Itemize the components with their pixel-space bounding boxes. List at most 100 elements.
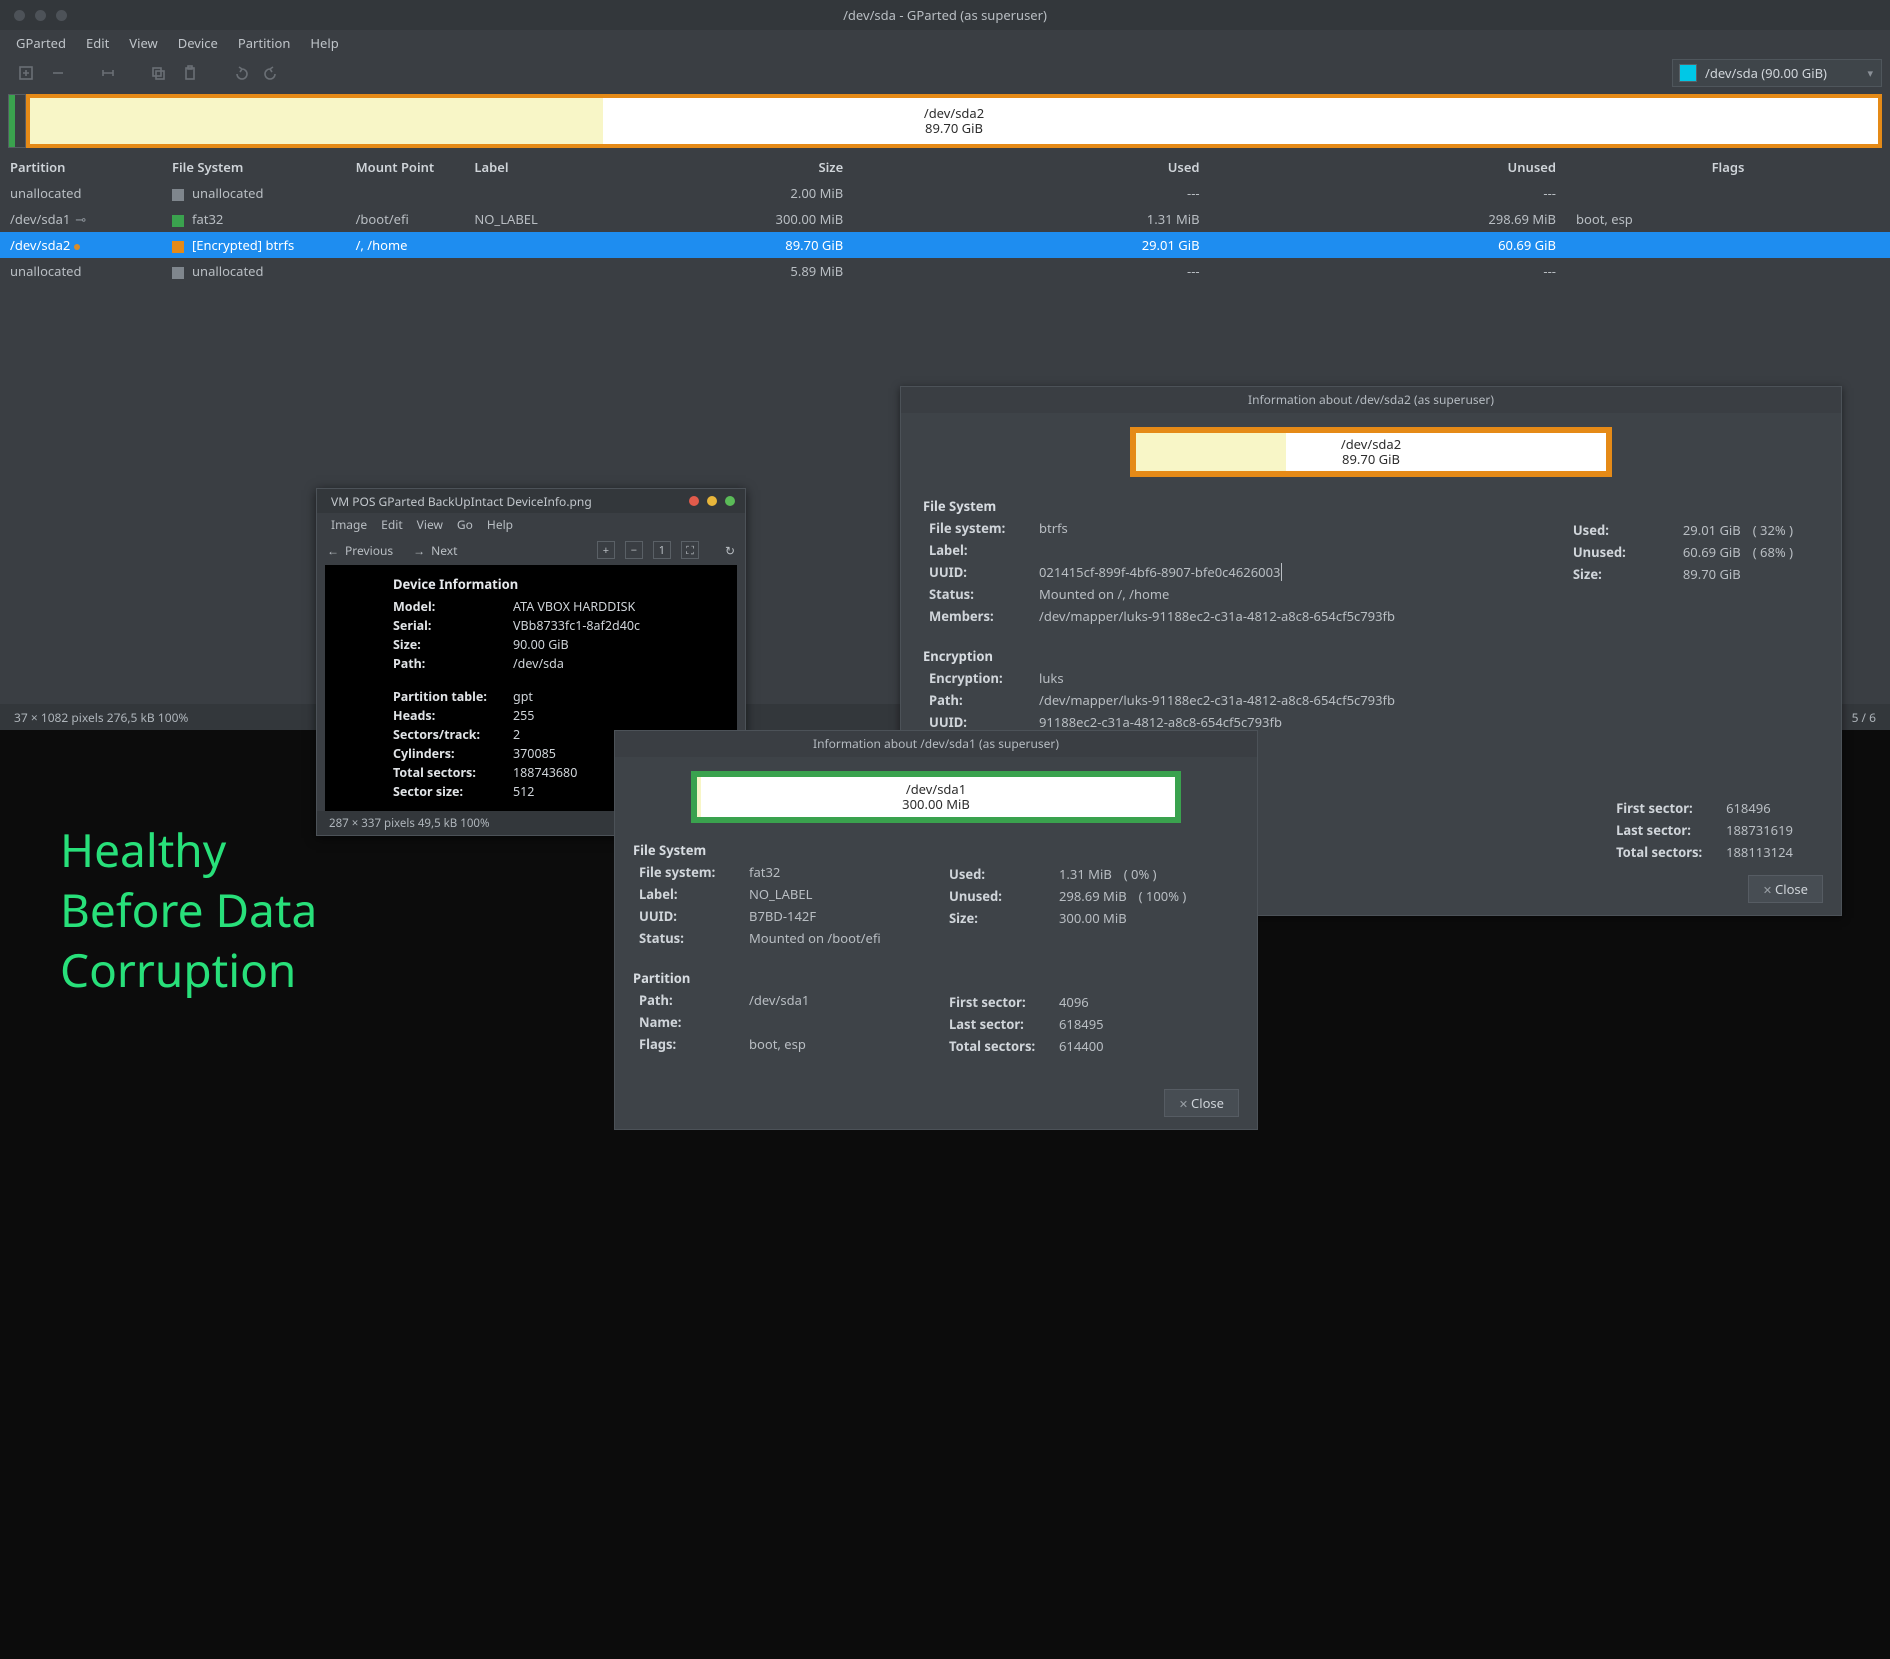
viewer-menu-edit[interactable]: Edit (375, 515, 408, 534)
window-title: /dev/sda - GParted (as superuser) (843, 6, 1047, 24)
table-row[interactable]: unallocatedunallocated5.89 MiB------ (0, 258, 1890, 284)
menubar: GParted Edit View Device Partition Help (0, 30, 1890, 56)
paste-icon[interactable] (174, 60, 206, 86)
partmap-sda1-strip[interactable] (8, 94, 26, 148)
kv-row: Size:300.00 MiB (949, 907, 1186, 929)
partition-table: Partition File System Mount Point Label … (0, 154, 1890, 284)
col-used[interactable]: Used (853, 154, 1209, 180)
kv-row: Path:/dev/mapper/luks-91188ec2-c31a-4812… (929, 689, 1813, 711)
kv-row: Size:89.70 GiB (1573, 563, 1793, 585)
zoom-actual-icon[interactable]: 1 (653, 541, 671, 559)
window-titlebar: /dev/sda - GParted (as superuser) (0, 0, 1890, 30)
kv-row: Unused:60.69 GiB( 68% ) (1573, 541, 1793, 563)
col-label[interactable]: Label (464, 154, 626, 180)
kv-row: Members:/dev/mapper/luks-91188ec2-c31a-4… (929, 605, 1813, 627)
viewer-menu-image[interactable]: Image (325, 515, 373, 534)
fs-color-icon (172, 267, 184, 279)
kv-row: First sector:4096 (949, 991, 1104, 1013)
kv-row: Unused:298.69 MiB( 100% ) (949, 885, 1186, 907)
kv-row: Partition table:gpt (393, 687, 669, 706)
kv-row: Path:/dev/sda1 (639, 989, 1233, 1011)
prev-arrow-icon[interactable]: ← (327, 542, 339, 559)
kv-row: Serial:VBb8733fc1-8af2d40c (393, 616, 669, 635)
window-close-icon[interactable] (14, 10, 25, 21)
col-mount[interactable]: Mount Point (346, 154, 465, 180)
sda1-part-heading: Partition (633, 969, 1233, 987)
col-size[interactable]: Size (626, 154, 853, 180)
new-partition-icon[interactable] (10, 60, 42, 86)
device-selector-label: /dev/sda (90.00 GiB) (1705, 64, 1827, 82)
close-button[interactable]: Close (1164, 1089, 1239, 1117)
info-sda1-title: Information about /dev/sda1 (as superuse… (615, 731, 1257, 757)
delete-icon[interactable] (42, 60, 74, 86)
toolbar: /dev/sda (90.00 GiB) (0, 56, 1890, 90)
prev-button[interactable]: Previous (345, 542, 393, 559)
col-filesystem[interactable]: File System (162, 154, 346, 180)
kv-row: Used:29.01 GiB( 32% ) (1573, 519, 1793, 541)
device-selector[interactable]: /dev/sda (90.00 GiB) (1672, 59, 1882, 87)
bullet-icon (74, 244, 80, 250)
outer-status-right: 5 / 6 (1852, 709, 1876, 726)
kv-row: Status:Mounted on /, /home (929, 583, 1813, 605)
viewer-title: VM POS GParted BackUpIntact DeviceInfo.p… (331, 493, 592, 510)
partmap-sda2[interactable]: /dev/sda2 89.70 GiB (26, 94, 1882, 148)
next-arrow-icon[interactable]: → (413, 542, 425, 559)
menu-edit[interactable]: Edit (78, 32, 117, 54)
kv-row: Name: (639, 1011, 1233, 1033)
kv-row: Status:Mounted on /boot/efi (639, 927, 1233, 949)
device-color-icon (1679, 64, 1697, 82)
kv-row: Size:90.00 GiB (393, 635, 669, 654)
kv-row: Heads:255 (393, 706, 669, 725)
undo-icon[interactable] (224, 60, 256, 86)
resize-icon[interactable] (92, 60, 124, 86)
zoom-out-icon[interactable]: − (625, 541, 643, 559)
copy-icon[interactable] (142, 60, 174, 86)
table-row[interactable]: unallocatedunallocated2.00 MiB------ (0, 180, 1890, 206)
kv-row: Total sectors:614400 (949, 1035, 1104, 1057)
kv-row: Encryption:luks (929, 667, 1813, 689)
kv-row: Path:/dev/sda (393, 654, 669, 673)
viewer-menu-help[interactable]: Help (481, 515, 519, 534)
menu-gparted[interactable]: GParted (8, 32, 74, 54)
window-minimize-icon[interactable] (35, 10, 46, 21)
kv-row: Model:ATA VBOX HARDDISK (393, 597, 669, 616)
table-row[interactable]: /dev/sda2 [Encrypted] btrfs/, /home89.70… (0, 232, 1890, 258)
fs-color-icon (172, 189, 184, 201)
devinfo-heading: Device Information (393, 575, 669, 593)
info-sda2-title: Information about /dev/sda2 (as superuse… (901, 387, 1841, 413)
outer-status-left: 37 × 1082 pixels 276,5 kB 100% (14, 709, 188, 726)
partition-map[interactable]: /dev/sda2 89.70 GiB (8, 94, 1882, 148)
key-icon: ⊸ (74, 210, 88, 228)
kv-row: Flags:boot, esp (639, 1033, 1233, 1055)
fullscreen-icon[interactable]: ⛶ (681, 541, 699, 559)
col-unused[interactable]: Unused (1210, 154, 1566, 180)
sda1-fs-heading: File System (633, 841, 1233, 859)
apply-icon[interactable] (256, 60, 288, 86)
enc-heading: Encryption (923, 647, 1813, 665)
viewer-close-icon[interactable] (689, 496, 699, 506)
menu-view[interactable]: View (121, 32, 165, 54)
partmap-label: /dev/sda2 89.70 GiB (924, 106, 984, 136)
col-flags[interactable]: Flags (1566, 154, 1890, 180)
next-button[interactable]: Next (431, 542, 457, 559)
window-maximize-icon[interactable] (56, 10, 67, 21)
col-partition[interactable]: Partition (0, 154, 162, 180)
info-dialog-sda1: Information about /dev/sda1 (as superuse… (614, 730, 1258, 1130)
sda1-mini-map: /dev/sda1300.00 MiB (691, 771, 1181, 823)
kv-row: Last sector:618495 (949, 1013, 1104, 1035)
menu-partition[interactable]: Partition (230, 32, 299, 54)
viewer-maximize-icon[interactable] (725, 496, 735, 506)
viewer-menu-view[interactable]: View (411, 515, 449, 534)
sda2-mini-map: /dev/sda289.70 GiB (1130, 427, 1612, 477)
rotate-icon[interactable]: ↻ (725, 542, 735, 559)
fs-heading: File System (923, 497, 1813, 515)
menu-device[interactable]: Device (170, 32, 226, 54)
viewer-minimize-icon[interactable] (707, 496, 717, 506)
annotation-text: Healthy Before Data Corruption (60, 820, 317, 1000)
zoom-in-icon[interactable]: + (597, 541, 615, 559)
menu-help[interactable]: Help (302, 32, 346, 54)
kv-row: Used:1.31 MiB( 0% ) (949, 863, 1186, 885)
viewer-menu-go[interactable]: Go (451, 515, 479, 534)
fs-color-icon (172, 215, 184, 227)
table-row[interactable]: /dev/sda1 ⊸fat32/boot/efiNO_LABEL300.00 … (0, 206, 1890, 232)
